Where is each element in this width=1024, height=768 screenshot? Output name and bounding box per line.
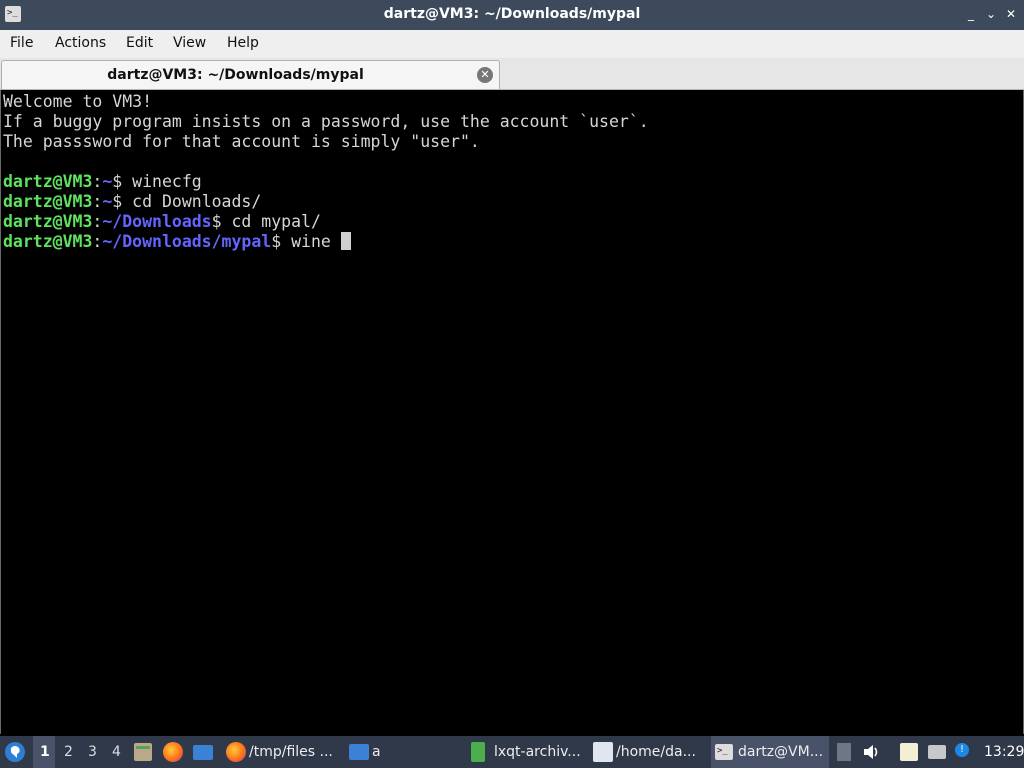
prompt-user: dartz@VM3: [3, 212, 93, 231]
scroll-indicator-icon[interactable]: [837, 743, 851, 761]
task-archiver[interactable]: lxqt-archiv...: [467, 736, 585, 768]
task-terminal[interactable]: >_ dartz@VM...: [711, 736, 829, 768]
prompt-user: dartz@VM3: [3, 232, 93, 251]
text-cursor: [340, 232, 351, 250]
window-title: dartz@VM3: ~/Downloads/mypal: [383, 6, 641, 22]
motd-line: The passsword for that account is simply…: [3, 132, 480, 151]
clipboard-icon[interactable]: [900, 743, 918, 761]
task-home[interactable]: /home/da...: [589, 736, 707, 768]
task-firefox[interactable]: /tmp/files ...: [222, 736, 340, 768]
window-titlebar[interactable]: >_ dartz@VM3: ~/Downloads/mypal _ ⌄ ✕: [0, 0, 1024, 30]
clock[interactable]: 13:29: [984, 744, 1024, 760]
volume-icon[interactable]: [862, 743, 882, 761]
prompt-path: ~/Downloads/mypal: [102, 232, 272, 251]
command-line: dartz@VM3:~/Downloads/mypal$ wine: [3, 232, 351, 252]
taskbar: 1 2 3 4 /tmp/files ... a lxqt-archiv... …: [0, 736, 1024, 768]
tab-bar: dartz@VM3: ~/Downloads/mypal ✕: [0, 58, 1024, 90]
menu-edit[interactable]: Edit: [126, 35, 153, 51]
task-label: /tmp/files ...: [249, 744, 333, 760]
text-editor-icon: [593, 742, 613, 762]
workspace-4[interactable]: 4: [105, 736, 127, 768]
tab-close-icon[interactable]: ✕: [477, 67, 493, 83]
workspace-2[interactable]: 2: [57, 736, 79, 768]
prompt-user: dartz@VM3: [3, 192, 93, 211]
menu-actions[interactable]: Actions: [55, 35, 106, 51]
menu-help[interactable]: Help: [227, 35, 259, 51]
task-folder-a[interactable]: a: [345, 736, 463, 768]
terminal-output[interactable]: Welcome to VM3! If a buggy program insis…: [0, 90, 1024, 734]
task-label: a: [372, 744, 381, 760]
prompt-path: ~: [102, 192, 113, 211]
task-label: /home/da...: [616, 744, 696, 760]
minimize-button[interactable]: _: [964, 7, 978, 21]
prompt-path: ~/Downloads: [102, 212, 212, 231]
desktop-icon[interactable]: [193, 745, 213, 760]
folder-icon: [349, 744, 369, 760]
command-text: wine: [291, 232, 341, 251]
close-button[interactable]: ✕: [1004, 7, 1018, 21]
menu-bar: File Actions Edit View Help: [0, 30, 1024, 58]
command-text: winecfg: [132, 172, 202, 191]
terminal-tab[interactable]: dartz@VM3: ~/Downloads/mypal ✕: [1, 60, 500, 89]
task-label: lxqt-archiv...: [494, 744, 581, 760]
motd-line: Welcome to VM3!: [3, 92, 153, 111]
workspace-1[interactable]: 1: [33, 736, 55, 768]
task-label: dartz@VM...: [738, 744, 824, 760]
command-line: dartz@VM3:~$ winecfg: [3, 172, 202, 191]
command-line: dartz@VM3:~/Downloads$ cd mypal/: [3, 212, 321, 231]
command-text: cd mypal/: [231, 212, 321, 231]
maximize-button[interactable]: ⌄: [984, 7, 998, 21]
file-manager-launcher-icon[interactable]: [134, 743, 152, 761]
network-icon[interactable]: [928, 745, 946, 759]
menu-file[interactable]: File: [10, 35, 33, 51]
command-text: cd Downloads/: [132, 192, 262, 211]
prompt-path: ~: [102, 172, 113, 191]
tab-label: dartz@VM3: ~/Downloads/mypal: [107, 67, 364, 83]
menu-view[interactable]: View: [173, 35, 206, 51]
info-icon[interactable]: !: [955, 743, 969, 757]
firefox-icon: [226, 742, 246, 762]
prompt-user: dartz@VM3: [3, 172, 93, 191]
firefox-launcher-icon[interactable]: [163, 742, 183, 762]
motd-line: If a buggy program insists on a password…: [3, 112, 649, 131]
archive-icon: [471, 742, 485, 762]
start-menu-icon[interactable]: [5, 742, 25, 762]
workspace-3[interactable]: 3: [81, 736, 103, 768]
command-line: dartz@VM3:~$ cd Downloads/: [3, 192, 262, 211]
terminal-icon: >_: [715, 744, 733, 760]
